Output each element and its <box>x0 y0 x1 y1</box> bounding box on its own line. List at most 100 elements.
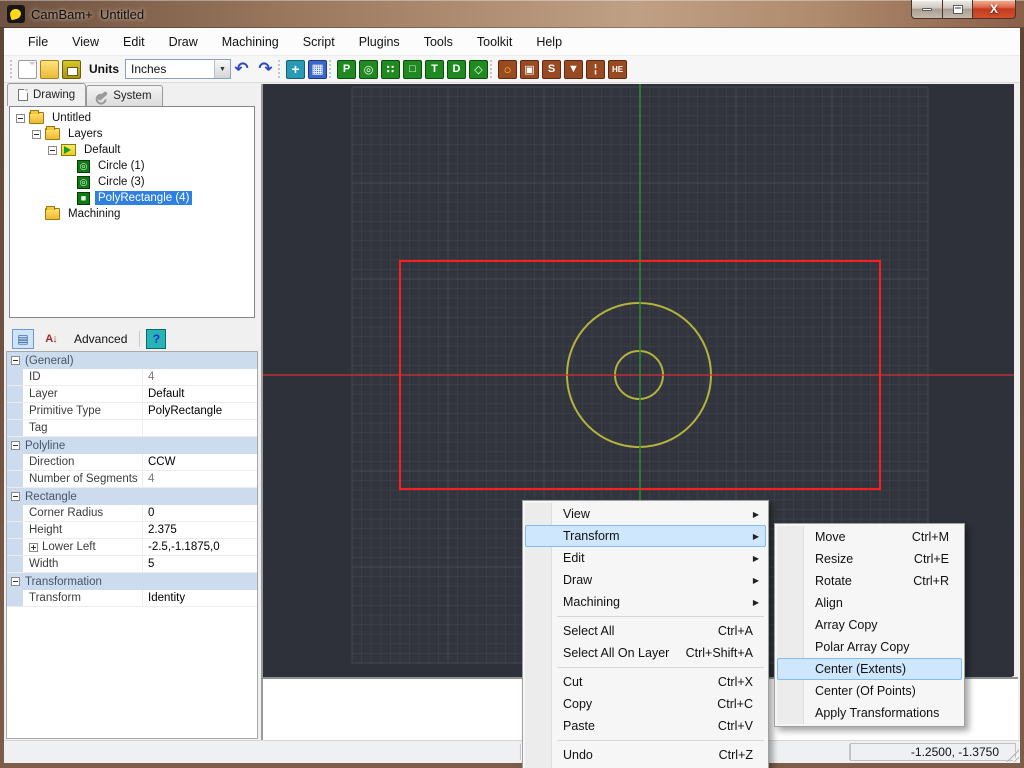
menu-view[interactable]: View <box>60 31 111 53</box>
sort-az-icon[interactable] <box>40 329 62 349</box>
categorized-icon[interactable] <box>12 329 34 349</box>
tab-drawing[interactable]: Drawing <box>7 83 86 106</box>
context-menu-item-transform[interactable]: Transform▶ <box>525 525 766 547</box>
machining-lathe-icon[interactable]: ¦ <box>586 60 605 79</box>
submenu-item-resize[interactable]: ResizeCtrl+E <box>777 548 962 570</box>
context-menu-item-copy[interactable]: CopyCtrl+C <box>525 693 766 715</box>
property-row-lower-left[interactable]: Lower Left-2.5,-1.1875,0 <box>7 539 257 556</box>
advanced-button[interactable]: Advanced <box>68 330 133 348</box>
menu-tools[interactable]: Tools <box>412 31 465 53</box>
property-row-primitive-type[interactable]: Primitive TypePolyRectangle <box>7 403 257 420</box>
property-value[interactable]: 2.375 <box>143 524 257 536</box>
menu-machining[interactable]: Machining <box>210 31 291 53</box>
submenu-item-polar-array-copy[interactable]: Polar Array Copy <box>777 636 962 658</box>
property-value[interactable]: CCW <box>143 456 257 468</box>
submenu-item-move[interactable]: MoveCtrl+M <box>777 526 962 548</box>
property-value[interactable]: Identity <box>143 592 257 604</box>
menu-edit[interactable]: Edit <box>111 31 157 53</box>
menu-script[interactable]: Script <box>291 31 347 53</box>
property-row-tag[interactable]: Tag <box>7 420 257 437</box>
property-value[interactable]: 4 <box>143 371 257 383</box>
context-menu-item-edit[interactable]: Edit▶ <box>525 547 766 569</box>
machining-engrave-icon[interactable]: S <box>542 60 561 79</box>
draw-text-icon[interactable]: T <box>425 60 444 79</box>
context-menu-item-cut[interactable]: CutCtrl+X <box>525 671 766 693</box>
property-value[interactable]: Default <box>143 388 257 400</box>
axes-icon[interactable]: + <box>286 60 305 79</box>
tree-expander-icon[interactable] <box>16 114 25 123</box>
tree-expander-icon[interactable] <box>48 146 57 155</box>
property-row-width[interactable]: Width5 <box>7 556 257 573</box>
property-value[interactable]: 5 <box>143 558 257 570</box>
context-menu-item-view[interactable]: View▶ <box>525 503 766 525</box>
property-row-transform[interactable]: TransformIdentity <box>7 590 257 607</box>
collapse-icon[interactable] <box>11 492 20 501</box>
menu-toolkit[interactable]: Toolkit <box>465 31 524 53</box>
property-section-general[interactable]: (General) <box>7 352 257 369</box>
machining-drill-icon[interactable]: ▼ <box>564 60 583 79</box>
minimize-button[interactable] <box>911 0 942 19</box>
maximize-button[interactable] <box>942 0 972 19</box>
tab-system[interactable]: System <box>86 85 162 106</box>
tree-item-machining[interactable]: Machining <box>10 206 254 222</box>
property-value[interactable]: 0 <box>143 507 257 519</box>
property-value[interactable]: 4 <box>143 473 257 485</box>
tree-item-polyrectangle-4[interactable]: ■PolyRectangle (4) <box>10 190 254 206</box>
redo-icon[interactable]: ↷ <box>255 60 276 79</box>
expand-icon[interactable] <box>29 543 38 552</box>
tree-expander-icon[interactable] <box>32 130 41 139</box>
menu-plugins[interactable]: Plugins <box>347 31 412 53</box>
new-file-icon[interactable] <box>18 60 37 79</box>
collapse-icon[interactable] <box>11 441 20 450</box>
property-section-polyline[interactable]: Polyline <box>7 437 257 454</box>
draw-circle-icon[interactable]: ◎ <box>359 60 378 79</box>
draw-3d-icon[interactable]: ◇ <box>469 60 488 79</box>
save-file-icon[interactable] <box>62 60 81 79</box>
tree-item-untitled[interactable]: Untitled <box>10 110 254 126</box>
tree-item-circle-1[interactable]: ◎Circle (1) <box>10 158 254 174</box>
undo-icon[interactable]: ↶ <box>231 60 252 79</box>
menu-draw[interactable]: Draw <box>157 31 210 53</box>
combo-dropdown-icon[interactable]: ▼ <box>214 60 230 78</box>
menu-file[interactable]: File <box>16 31 60 53</box>
units-combobox[interactable]: Inches ▼ <box>125 59 231 79</box>
machining-heightmap-icon[interactable]: HE <box>608 60 627 79</box>
submenu-item-apply-transformations[interactable]: Apply Transformations <box>777 702 962 724</box>
submenu-item-rotate[interactable]: RotateCtrl+R <box>777 570 962 592</box>
property-section-rectangle[interactable]: Rectangle <box>7 488 257 505</box>
context-menu-item-select-all[interactable]: Select AllCtrl+A <box>525 620 766 642</box>
machining-pocket-icon[interactable]: ▣ <box>520 60 539 79</box>
draw-points-icon[interactable]: ∷ <box>381 60 400 79</box>
tree-item-circle-3[interactable]: ◎Circle (3) <box>10 174 254 190</box>
machining-profile-icon[interactable]: ○ <box>498 60 517 79</box>
submenu-item-align[interactable]: Align <box>777 592 962 614</box>
property-row-height[interactable]: Height2.375 <box>7 522 257 539</box>
property-row-layer[interactable]: LayerDefault <box>7 386 257 403</box>
draw-rectangle-icon[interactable]: □ <box>403 60 422 79</box>
collapse-icon[interactable] <box>11 577 20 586</box>
property-row-number-of-segments[interactable]: Number of Segments4 <box>7 471 257 488</box>
property-value[interactable]: PolyRectangle <box>143 405 257 417</box>
property-row-direction[interactable]: DirectionCCW <box>7 454 257 471</box>
window-controls: X <box>911 0 1016 19</box>
collapse-icon[interactable] <box>11 356 20 365</box>
submenu-item-center-extents[interactable]: Center (Extents) <box>777 658 962 680</box>
context-menu-item-undo[interactable]: UndoCtrl+Z <box>525 744 766 766</box>
tree-item-label: Default <box>81 143 123 157</box>
grid-icon[interactable]: ▦ <box>308 60 327 79</box>
submenu-item-center-of-points[interactable]: Center (Of Points) <box>777 680 962 702</box>
open-file-icon[interactable] <box>40 60 59 79</box>
context-menu-item-draw[interactable]: Draw▶ <box>525 569 766 591</box>
draw-surface-icon[interactable]: D <box>447 60 466 79</box>
property-row-corner-radius[interactable]: Corner Radius0 <box>7 505 257 522</box>
draw-polyline-icon[interactable]: P <box>337 60 356 79</box>
property-row-id[interactable]: ID4 <box>7 369 257 386</box>
close-button[interactable]: X <box>972 0 1016 19</box>
submenu-item-array-copy[interactable]: Array Copy <box>777 614 962 636</box>
property-value[interactable]: -2.5,-1.1875,0 <box>143 541 257 553</box>
menu-help[interactable]: Help <box>524 31 574 53</box>
property-section-transformation[interactable]: Transformation <box>7 573 257 590</box>
help-icon[interactable] <box>146 329 166 349</box>
tree-item-layers[interactable]: Layers <box>10 126 254 142</box>
tree-item-default[interactable]: Default <box>10 142 254 158</box>
